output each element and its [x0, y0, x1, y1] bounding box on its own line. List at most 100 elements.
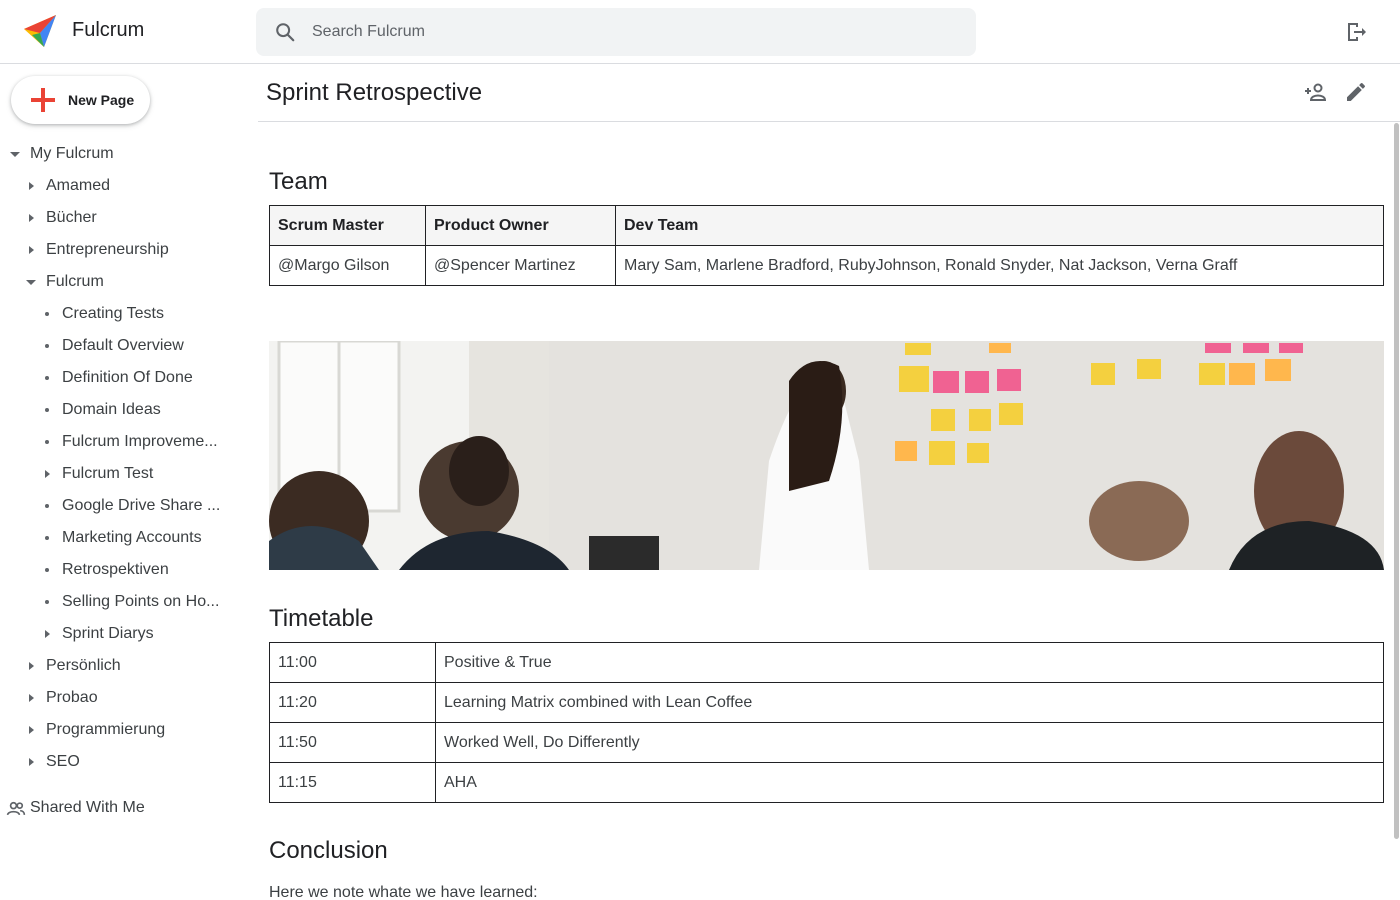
sidebar-item-fulcrum-test[interactable]: Fulcrum Test [38, 460, 230, 488]
search-bar[interactable] [256, 8, 976, 56]
sidebar-item-domain-ideas[interactable]: Domain Ideas [38, 396, 230, 424]
chevron-right-icon[interactable] [29, 182, 34, 190]
scrollbar[interactable] [1394, 123, 1399, 839]
time-cell: 11:00 [269, 642, 436, 683]
sidebar-item-google-drive-share[interactable]: Google Drive Share ... [38, 492, 230, 520]
sidebar-item-bücher[interactable]: Bücher [22, 204, 230, 232]
time-cell: 11:20 [269, 682, 436, 723]
conclusion-text: Here we note whate we have learned: [269, 884, 538, 900]
page-title: Sprint Retrospective [266, 79, 483, 106]
sidebar-item-label: Marketing Accounts [62, 529, 202, 546]
bullet-icon [45, 440, 49, 444]
bullet-icon [45, 568, 49, 572]
sidebar-item-label: Creating Tests [62, 305, 164, 322]
chevron-right-icon[interactable] [45, 630, 50, 638]
chevron-right-icon[interactable] [29, 694, 34, 702]
title-divider [258, 121, 1400, 122]
sidebar-item-label: Fulcrum [46, 273, 104, 290]
edit-icon[interactable] [1344, 80, 1368, 104]
bullet-icon [45, 312, 49, 316]
sidebar-item-label: Programmierung [46, 721, 166, 738]
new-page-button[interactable]: New Page [11, 76, 150, 124]
table-row: 11:20 Learning Matrix combined with Lean… [269, 682, 1384, 723]
sidebar-item-entrepreneurship[interactable]: Entrepreneurship [22, 236, 230, 264]
sidebar-item-label: Bücher [46, 209, 97, 226]
activity-cell: AHA [435, 762, 1384, 803]
sidebar-item-marketing-accounts[interactable]: Marketing Accounts [38, 524, 230, 552]
sidebar-item-persönlich[interactable]: Persönlich [22, 652, 230, 680]
chevron-right-icon[interactable] [45, 470, 50, 478]
sidebar-item-my-fulcrum[interactable]: My Fulcrum [6, 140, 226, 168]
activity-cell: Learning Matrix combined with Lean Coffe… [435, 682, 1384, 723]
chevron-right-icon[interactable] [29, 246, 34, 254]
new-page-label: New Page [68, 92, 135, 108]
search-icon[interactable] [274, 21, 296, 43]
chevron-right-icon[interactable] [29, 214, 34, 222]
bullet-icon [45, 376, 49, 380]
chevron-down-icon[interactable] [10, 152, 20, 157]
bullet-icon [45, 408, 49, 412]
sidebar-item-label: Probao [46, 689, 98, 706]
team-photo [269, 341, 1384, 570]
sidebar-item-label: Shared With Me [30, 799, 145, 816]
table-header-row: Scrum Master Product Owner Dev Team [269, 205, 1384, 246]
sidebar-item-label: Sprint Diarys [62, 625, 154, 642]
product-owner-mention[interactable]: @Spencer Martinez [425, 245, 616, 286]
app-title[interactable]: Fulcrum [72, 19, 144, 42]
sidebar-item-retrospektiven[interactable]: Retrospektiven [38, 556, 230, 584]
team-table: Scrum Master Product Owner Dev Team @Mar… [269, 205, 1384, 286]
sidebar-item-programmierung[interactable]: Programmierung [22, 716, 230, 744]
search-input[interactable] [312, 8, 952, 56]
sidebar-item-fulcrum-improveme[interactable]: Fulcrum Improveme... [38, 428, 230, 456]
sidebar-item-label: Fulcrum Test [62, 465, 154, 482]
timetable-heading: Timetable [269, 605, 374, 632]
conclusion-heading: Conclusion [269, 837, 388, 864]
sidebar-item-label: Default Overview [62, 337, 184, 354]
sidebar-item-label: SEO [46, 753, 80, 770]
timetable-table: 11:00 Positive & True 11:20 Learning Mat… [269, 642, 1384, 803]
sidebar-item-creating-tests[interactable]: Creating Tests [38, 300, 230, 328]
sidebar-item-label: Persönlich [46, 657, 121, 674]
sidebar-item-label: Definition Of Done [62, 369, 193, 386]
sidebar-item-selling-points-on-ho[interactable]: Selling Points on Ho... [38, 588, 230, 616]
sidebar-item-label: Fulcrum Improveme... [62, 433, 218, 450]
sidebar-item-seo[interactable]: SEO [22, 748, 230, 776]
sidebar-item-label: Domain Ideas [62, 401, 161, 418]
time-cell: 11:50 [269, 722, 436, 763]
activity-cell: Positive & True [435, 642, 1384, 683]
people-icon [6, 801, 26, 816]
chevron-right-icon[interactable] [29, 726, 34, 734]
dev-team-cell: Mary Sam, Marlene Bradford, RubyJohnson,… [615, 245, 1384, 286]
sidebar-item-definition-of-done[interactable]: Definition Of Done [38, 364, 230, 392]
sidebar-item-probao[interactable]: Probao [22, 684, 230, 712]
sidebar-item-amamed[interactable]: Amamed [22, 172, 230, 200]
fulcrum-logo-icon[interactable] [22, 13, 58, 49]
table-row: 11:50 Worked Well, Do Differently [269, 722, 1384, 763]
sidebar-item-label: Retrospektiven [62, 561, 169, 578]
bullet-icon [45, 344, 49, 348]
plus-icon [31, 88, 55, 112]
chevron-right-icon[interactable] [29, 662, 34, 670]
sidebar-item-label: Amamed [46, 177, 111, 194]
bullet-icon [45, 600, 49, 604]
table-header-cell: Scrum Master [269, 205, 426, 246]
table-header-cell: Product Owner [425, 205, 616, 246]
chevron-right-icon[interactable] [29, 758, 34, 766]
activity-cell: Worked Well, Do Differently [435, 722, 1384, 763]
add-person-icon[interactable] [1304, 80, 1328, 104]
team-heading: Team [269, 168, 328, 195]
main-content: Sprint Retrospective Team Scrum Master P… [258, 65, 1400, 900]
sidebar-item-sprint-diarys[interactable]: Sprint Diarys [38, 620, 230, 648]
sidebar-item-label: My Fulcrum [30, 145, 114, 162]
logout-icon[interactable] [1344, 20, 1368, 44]
sidebar-item-fulcrum[interactable]: Fulcrum [22, 268, 230, 296]
time-cell: 11:15 [269, 762, 436, 803]
chevron-down-icon[interactable] [26, 280, 36, 285]
sidebar-item-label: Selling Points on Ho... [62, 593, 220, 610]
sidebar-item-shared-with-me[interactable]: Shared With Me [30, 794, 230, 822]
scrum-master-mention[interactable]: @Margo Gilson [269, 245, 426, 286]
sidebar-item-default-overview[interactable]: Default Overview [38, 332, 230, 360]
bullet-icon [45, 536, 49, 540]
table-row: 11:15 AHA [269, 762, 1384, 803]
app-header: Fulcrum [0, 0, 1400, 64]
